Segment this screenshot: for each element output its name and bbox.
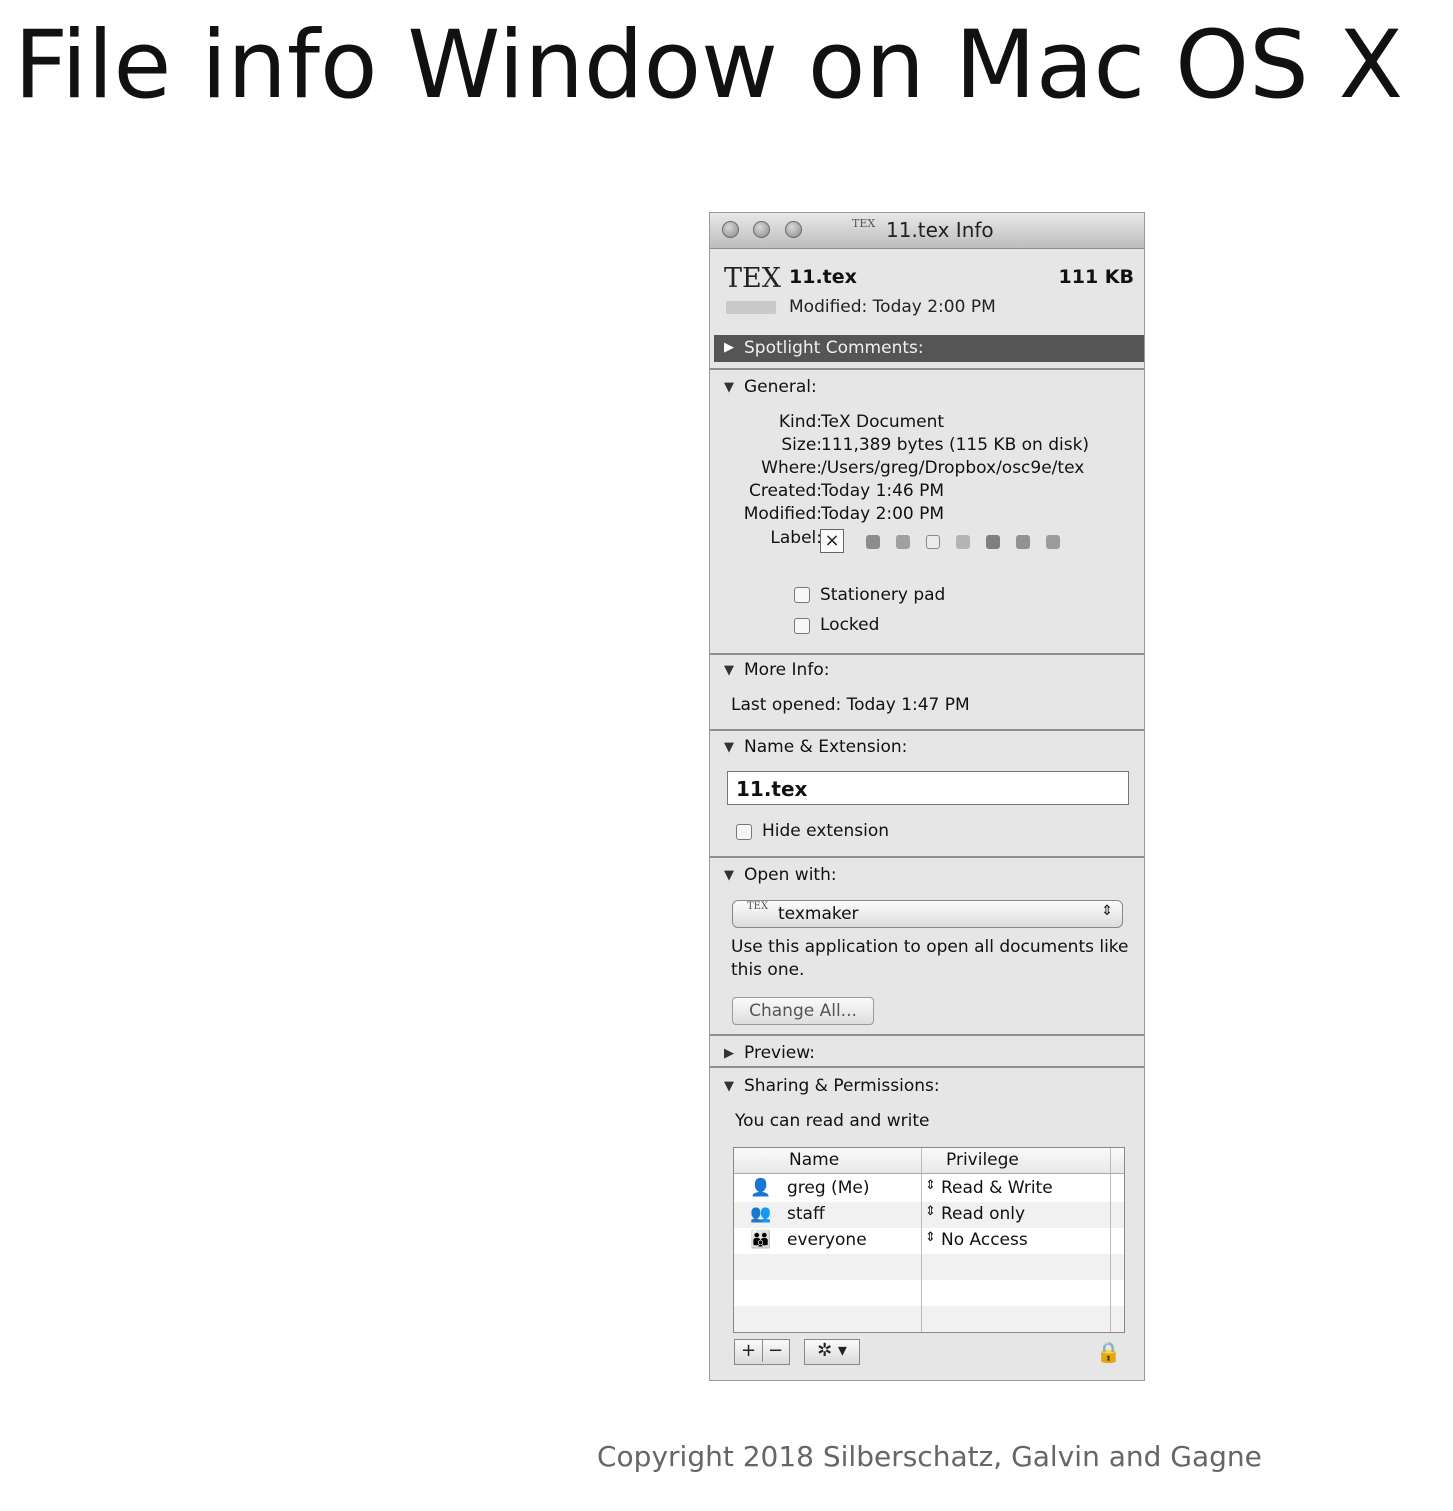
file-name: 11.tex	[789, 266, 857, 288]
kind-value: TeX Document	[821, 412, 945, 432]
file-icon-base	[726, 301, 776, 314]
column-header-name[interactable]: Name	[789, 1150, 839, 1170]
remove-button[interactable]: −	[763, 1340, 789, 1362]
minimize-button-icon[interactable]	[753, 221, 770, 238]
table-row[interactable]: 👪 everyone ⇕ No Access	[734, 1228, 1124, 1254]
disclosure-triangle-icon[interactable]: ▼	[724, 380, 734, 395]
section-label: Spotlight Comments:	[744, 338, 924, 358]
group-icon: 👥	[750, 1204, 772, 1224]
everyone-icon: 👪	[750, 1230, 772, 1250]
add-remove-control: + −	[734, 1339, 790, 1365]
change-all-button[interactable]: Change All...	[732, 997, 874, 1025]
label-swatch[interactable]	[866, 535, 880, 549]
privilege-arrows-icon[interactable]: ⇕	[925, 1230, 936, 1245]
size-value: 111,389 bytes (115 KB on disk)	[821, 435, 1090, 455]
empty-row	[734, 1254, 1124, 1280]
popup-arrows-icon: ⇕	[1101, 903, 1113, 919]
disclosure-triangle-icon[interactable]: ▼	[724, 740, 734, 755]
file-info-window: TEX 11.tex Info TEX 11.tex 111 KB Modifi…	[709, 212, 1145, 1381]
permission-name: staff	[787, 1204, 825, 1224]
close-button-icon[interactable]	[722, 221, 739, 238]
title-bar[interactable]: TEX 11.tex Info	[710, 213, 1144, 249]
table-row[interactable]: 👥 staff ⇕ Read only	[734, 1202, 1124, 1228]
privilege-arrows-icon[interactable]: ⇕	[925, 1178, 936, 1193]
disclosure-triangle-icon[interactable]: ▼	[724, 868, 734, 883]
copyright: Copyright 2018 Silberschatz, Galvin and …	[597, 1440, 1262, 1473]
table-row[interactable]: 👤 greg (Me) ⇕ Read & Write	[734, 1176, 1124, 1202]
hide-extension-label: Hide extension	[762, 821, 890, 841]
permission-name: greg (Me)	[787, 1178, 870, 1198]
section-sharing-label: Sharing & Permissions:	[744, 1076, 940, 1096]
tex-file-icon: TEX	[724, 263, 781, 294]
divider	[710, 368, 1144, 370]
label-swatch[interactable]	[1046, 535, 1060, 549]
section-preview-label: Preview:	[744, 1043, 815, 1063]
disclosure-triangle-icon[interactable]: ▶	[724, 1046, 734, 1061]
permission-privilege[interactable]: Read & Write	[941, 1178, 1053, 1198]
label-swatch[interactable]	[896, 535, 910, 549]
label-swatch[interactable]	[1016, 535, 1030, 549]
permissions-header: Name Privilege	[734, 1148, 1124, 1174]
disclosure-triangle-icon[interactable]: ▼	[724, 663, 734, 678]
permission-name: everyone	[787, 1230, 867, 1250]
locked-label: Locked	[820, 615, 880, 635]
label-swatch[interactable]	[986, 535, 1000, 549]
section-name-extension-label: Name & Extension:	[744, 737, 908, 757]
modified-key: Modified:	[743, 504, 822, 524]
file-size: 111 KB	[1058, 266, 1134, 288]
stationery-checkbox[interactable]	[794, 587, 810, 603]
divider	[710, 1034, 1144, 1036]
section-general-label: General:	[744, 377, 817, 397]
open-with-app: texmaker	[778, 904, 859, 924]
name-extension-field[interactable]: 11.tex	[727, 771, 1129, 805]
section-more-info-label: More Info:	[744, 660, 830, 680]
texmaker-app-icon: TEX	[747, 901, 769, 912]
label-swatch[interactable]	[956, 535, 970, 549]
disclosure-triangle-icon[interactable]: ▶	[724, 340, 734, 355]
label-swatch[interactable]	[926, 535, 940, 549]
permissions-table: Name Privilege 👤 greg (Me) ⇕ Read & Writ…	[733, 1147, 1125, 1333]
label-none-button[interactable]: ×	[820, 529, 844, 553]
stationery-label: Stationery pad	[820, 585, 946, 605]
permission-privilege[interactable]: Read only	[941, 1204, 1025, 1224]
locked-checkbox[interactable]	[794, 618, 810, 634]
sharing-status: You can read and write	[735, 1111, 930, 1131]
name-extension-value: 11.tex	[736, 777, 808, 801]
file-modified: Modified: Today 2:00 PM	[789, 297, 996, 317]
created-value: Today 1:46 PM	[821, 481, 945, 501]
disclosure-triangle-icon[interactable]: ▼	[724, 1079, 734, 1094]
divider	[710, 653, 1144, 655]
open-with-help: Use this application to open all documen…	[731, 937, 1129, 980]
divider	[710, 729, 1144, 731]
kind-key: Kind:	[778, 412, 822, 432]
empty-row	[734, 1306, 1124, 1332]
user-icon: 👤	[750, 1178, 772, 1198]
permission-privilege[interactable]: No Access	[941, 1230, 1028, 1250]
section-open-with-label: Open with:	[744, 865, 837, 885]
gear-icon[interactable]: ✲ ▾	[804, 1339, 860, 1365]
privilege-arrows-icon[interactable]: ⇕	[925, 1204, 936, 1219]
column-divider	[1110, 1148, 1111, 1332]
slide-title: File info Window on Mac OS X	[14, 11, 1404, 120]
created-key: Created:	[748, 481, 822, 501]
tex-file-icon: TEX	[852, 217, 876, 230]
where-key: Where:	[761, 458, 822, 478]
spotlight-comments-header[interactable]: ▶ Spotlight Comments:	[714, 335, 1144, 362]
column-header-privilege[interactable]: Privilege	[946, 1150, 1019, 1170]
modified-value: Today 2:00 PM	[821, 504, 945, 524]
hide-extension-checkbox[interactable]	[736, 824, 752, 840]
add-button[interactable]: +	[736, 1340, 763, 1362]
window-title: 11.tex Info	[886, 218, 994, 242]
last-opened: Last opened: Today 1:47 PM	[731, 695, 970, 715]
divider	[710, 1066, 1144, 1068]
zoom-button-icon[interactable]	[785, 221, 802, 238]
lock-icon[interactable]: 🔒	[1096, 1340, 1121, 1364]
open-with-popup[interactable]: TEX texmaker ⇕	[732, 900, 1123, 928]
size-key: Size:	[781, 435, 822, 455]
where-value: /Users/greg/Dropbox/osc9e/tex	[821, 458, 1085, 478]
column-divider	[921, 1148, 922, 1332]
label-key: Label:	[770, 528, 822, 548]
divider	[710, 856, 1144, 858]
